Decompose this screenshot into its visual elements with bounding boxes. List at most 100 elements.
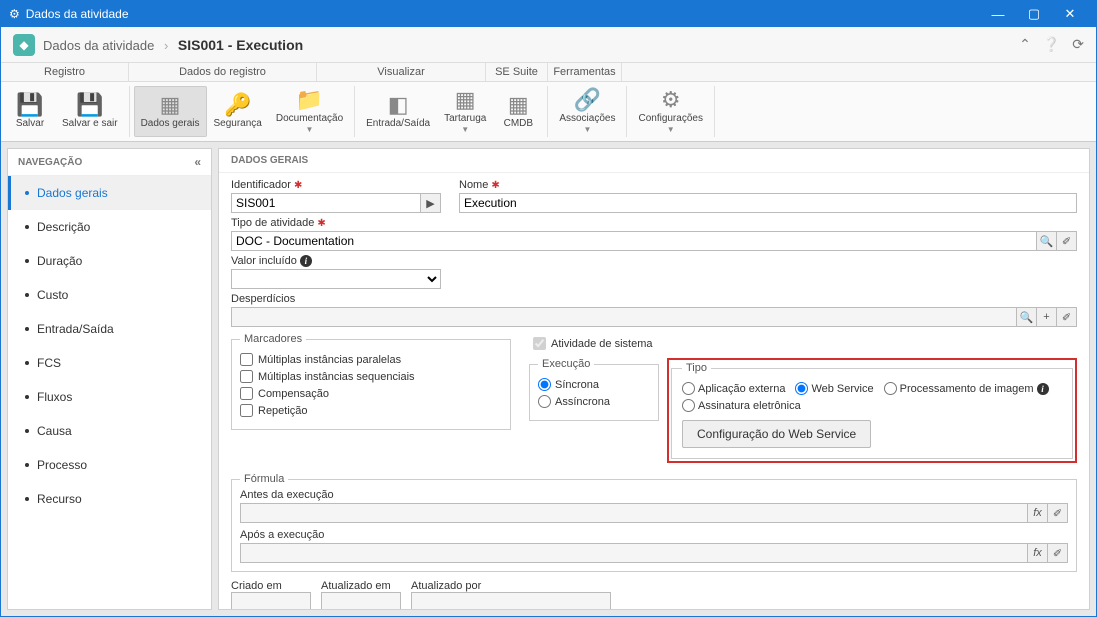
ribbon-tabs: Registro Dados do registro Visualizar SE… bbox=[1, 63, 1096, 82]
save-button[interactable]: 💾 Salvar bbox=[5, 86, 55, 137]
nav-item-duracao[interactable]: Duração bbox=[8, 244, 211, 278]
created-label: Criado em bbox=[231, 580, 311, 592]
updated-input bbox=[321, 592, 401, 610]
external-app-radio[interactable] bbox=[682, 382, 695, 395]
close-button[interactable]: ✕ bbox=[1052, 1, 1088, 27]
identifier-arrow-button[interactable]: ▶ bbox=[421, 193, 441, 213]
maximize-button[interactable]: ▢ bbox=[1016, 1, 1052, 27]
tab-ferramentas[interactable]: Ferramentas bbox=[548, 63, 622, 81]
value-included-label: Valor incluído i bbox=[231, 255, 441, 267]
webservice-config-button[interactable]: Configuração do Web Service bbox=[682, 420, 871, 448]
nav-item-recurso[interactable]: Recurso bbox=[8, 482, 211, 516]
async-radio[interactable] bbox=[538, 395, 551, 408]
nav-item-fluxos[interactable]: Fluxos bbox=[8, 380, 211, 414]
gears-icon: ⚙ bbox=[661, 89, 681, 111]
wastes-search-button[interactable]: 🔍 bbox=[1017, 307, 1037, 327]
after-exec-input[interactable] bbox=[240, 543, 1028, 563]
before-fx-button[interactable]: fx bbox=[1028, 503, 1048, 523]
cmdb-icon: ▦ bbox=[508, 94, 529, 116]
after-clear-button[interactable]: ✐ bbox=[1048, 543, 1068, 563]
identifier-label: Identificador✱ bbox=[231, 179, 441, 191]
documentation-button[interactable]: 📁 Documentação ▼ bbox=[269, 86, 350, 137]
formula-legend: Fórmula bbox=[240, 473, 288, 485]
breadcrumb-separator: › bbox=[164, 38, 168, 53]
turtle-button[interactable]: ▦ Tartaruga ▼ bbox=[437, 86, 493, 137]
nav-item-causa[interactable]: Causa bbox=[8, 414, 211, 448]
execution-legend: Execução bbox=[538, 358, 594, 370]
tab-visualizar[interactable]: Visualizar bbox=[317, 63, 486, 81]
folder-icon: 📁 bbox=[296, 89, 323, 111]
cmdb-button[interactable]: ▦ CMDB bbox=[493, 86, 543, 137]
wastes-add-button[interactable]: + bbox=[1037, 307, 1057, 327]
compensation-checkbox[interactable] bbox=[240, 387, 253, 400]
nav-item-processo[interactable]: Processo bbox=[8, 448, 211, 482]
parallel-checkbox[interactable] bbox=[240, 353, 253, 366]
nav-title: NAVEGAÇÃO bbox=[18, 157, 82, 168]
after-exec-label: Após a execução bbox=[240, 529, 1068, 541]
breadcrumb-root[interactable]: Dados da atividade bbox=[43, 38, 154, 53]
form-icon: ▦ bbox=[160, 94, 181, 116]
execution-fieldset: Execução Síncrona Assíncrona bbox=[529, 358, 659, 421]
activity-type-clear-button[interactable]: ✐ bbox=[1057, 231, 1077, 251]
header-bar: ◆ Dados da atividade › SIS001 - Executio… bbox=[1, 27, 1096, 63]
sync-radio[interactable] bbox=[538, 378, 551, 391]
name-label: Nome✱ bbox=[459, 179, 1077, 191]
configurations-button[interactable]: ⚙ Configurações ▼ bbox=[631, 86, 709, 137]
activity-type-input[interactable] bbox=[231, 231, 1037, 251]
security-button[interactable]: 🔑 Segurança bbox=[207, 86, 269, 137]
key-icon: 🔑 bbox=[224, 94, 251, 116]
wastes-label: Desperdícios bbox=[231, 293, 1077, 305]
panel-title: DADOS GERAIS bbox=[219, 149, 1089, 173]
tab-registro[interactable]: Registro bbox=[1, 63, 129, 81]
general-data-button[interactable]: ▦ Dados gerais bbox=[134, 86, 207, 137]
window-titlebar: ⚙ Dados da atividade — ▢ ✕ bbox=[1, 1, 1096, 27]
before-clear-button[interactable]: ✐ bbox=[1048, 503, 1068, 523]
breadcrumb: Dados da atividade › SIS001 - Execution bbox=[43, 37, 303, 53]
sequential-checkbox[interactable] bbox=[240, 370, 253, 383]
nav-item-descricao[interactable]: Descrição bbox=[8, 210, 211, 244]
associations-button[interactable]: 🔗 Associações ▼ bbox=[552, 86, 622, 137]
value-included-select[interactable] bbox=[231, 269, 441, 289]
markers-fieldset: Marcadores Múltiplas instâncias paralela… bbox=[231, 333, 511, 430]
name-input[interactable] bbox=[459, 193, 1077, 213]
identifier-input[interactable] bbox=[231, 193, 421, 213]
formula-fieldset: Fórmula Antes da execução fx ✐ Após a ex… bbox=[231, 473, 1077, 572]
nav-item-dados-gerais[interactable]: Dados gerais bbox=[8, 176, 211, 210]
img-proc-radio[interactable] bbox=[884, 382, 897, 395]
webservice-radio[interactable] bbox=[795, 382, 808, 395]
help-icon[interactable]: ❔ bbox=[1043, 36, 1060, 53]
markers-legend: Marcadores bbox=[240, 333, 306, 345]
floppy-icon: 💾 bbox=[16, 94, 43, 116]
window-icon: ⚙ bbox=[9, 7, 20, 21]
activity-type-search-button[interactable]: 🔍 bbox=[1037, 231, 1057, 251]
wastes-input[interactable] bbox=[231, 307, 1017, 327]
refresh-icon[interactable]: ⟳ bbox=[1072, 36, 1084, 53]
collapse-up-icon[interactable]: ⌃ bbox=[1019, 36, 1031, 53]
before-exec-input[interactable] bbox=[240, 503, 1028, 523]
minimize-button[interactable]: — bbox=[980, 1, 1016, 27]
chevron-down-icon: ▼ bbox=[461, 125, 469, 134]
info-icon[interactable]: i bbox=[300, 255, 312, 267]
info-icon[interactable]: i bbox=[1037, 383, 1049, 395]
after-fx-button[interactable]: fx bbox=[1028, 543, 1048, 563]
type-fieldset: Tipo Aplicação externa Web Service Proce… bbox=[671, 362, 1073, 459]
updated-by-label: Atualizado por bbox=[411, 580, 611, 592]
esign-radio[interactable] bbox=[682, 399, 695, 412]
chevron-down-icon: ▼ bbox=[667, 125, 675, 134]
io-button[interactable]: ◧ Entrada/Saída bbox=[359, 86, 437, 137]
nav-item-fcs[interactable]: FCS bbox=[8, 346, 211, 380]
activity-type-label: Tipo de atividade✱ bbox=[231, 217, 1077, 229]
tab-se-suite[interactable]: SE Suite bbox=[486, 63, 548, 81]
window-title: Dados da atividade bbox=[26, 7, 980, 21]
io-icon: ◧ bbox=[388, 94, 409, 116]
wastes-clear-button[interactable]: ✐ bbox=[1057, 307, 1077, 327]
nav-collapse-icon[interactable]: « bbox=[194, 155, 201, 169]
nav-item-custo[interactable]: Custo bbox=[8, 278, 211, 312]
main-panel: DADOS GERAIS Identificador✱ ▶ Nome✱ bbox=[218, 148, 1090, 610]
tab-dados-registro[interactable]: Dados do registro bbox=[129, 63, 317, 81]
nav-item-entrada-saida[interactable]: Entrada/Saída bbox=[8, 312, 211, 346]
type-legend: Tipo bbox=[682, 362, 711, 374]
created-input bbox=[231, 592, 311, 610]
repetition-checkbox[interactable] bbox=[240, 404, 253, 417]
save-exit-button[interactable]: 💾 Salvar e sair bbox=[55, 86, 125, 137]
